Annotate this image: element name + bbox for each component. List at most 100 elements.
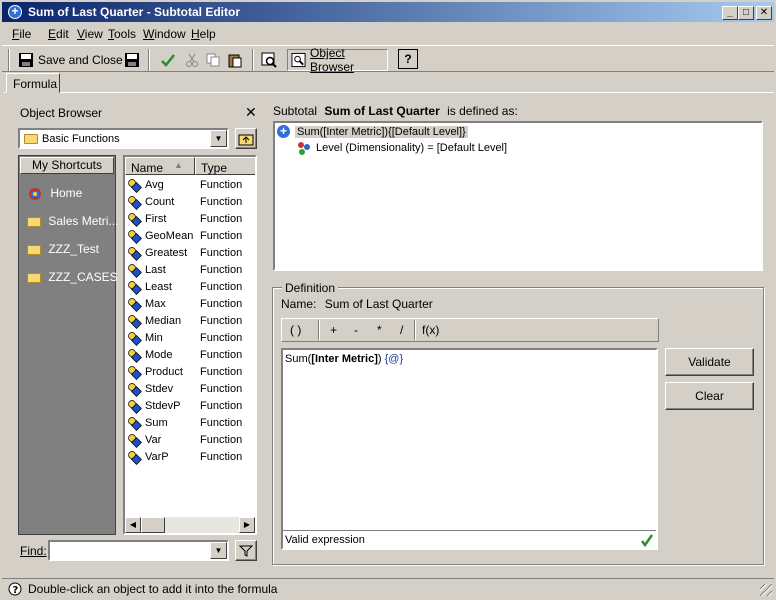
shortcut-sales-metrics[interactable]: Sales Metri... [27,214,118,228]
function-icon [128,196,142,210]
menu-tools[interactable]: Tools [108,27,136,41]
find-toolbar-button[interactable] [261,49,277,71]
column-header-type[interactable]: Type [195,157,255,175]
resize-grip[interactable] [760,584,772,596]
multiply-button[interactable]: * [377,323,382,337]
list-item[interactable]: Max Function [125,296,255,313]
shortcuts-panel: My Shortcuts Home Sales Metri... ZZZ_Tes… [18,155,118,535]
list-item[interactable]: Min Function [125,330,255,347]
formula-editor[interactable]: Sum([Inter Metric]) {@} Valid expression [281,348,658,550]
cut-button[interactable] [184,49,200,71]
filter-button[interactable] [235,540,257,561]
validate-button[interactable]: Validate [665,348,754,376]
operator-toolbar: ( ) + - * / f(x) [281,318,659,342]
function-type: Function [200,417,243,429]
validate-toolbar-button[interactable] [160,49,176,71]
subtotal-heading: Subtotal Sum of Last Quarter is defined … [273,104,518,118]
menu-edit[interactable]: Edit [48,27,69,41]
shortcut-zzz-test[interactable]: ZZZ_Test [27,242,99,256]
chevron-down-icon[interactable]: ▼ [210,542,227,559]
scissors-icon [186,53,198,67]
menu-window[interactable]: Window [143,27,186,41]
list-item[interactable]: Last Function [125,262,255,279]
list-item[interactable]: Var Function [125,432,255,449]
function-name: Stdev [145,383,174,395]
function-icon [128,230,142,244]
tree-child-item[interactable]: Level (Dimensionality) = [Default Level] [297,141,507,155]
shortcuts-header[interactable]: My Shortcuts [20,157,114,174]
function-type: Function [200,230,243,242]
list-item[interactable]: GeoMean Function [125,228,255,245]
plus-button[interactable]: + [330,323,337,337]
tree-root-item[interactable]: + Sum([Inter Metric]){[Default Level]} [277,125,468,138]
copy-button[interactable] [205,49,221,71]
function-icon [128,434,142,448]
folder-dropdown[interactable]: Basic Functions ▼ [18,128,229,149]
shortcut-home[interactable]: Home [27,186,82,202]
menu-file[interactable]: File [12,27,31,41]
function-name: VarP [145,451,169,463]
svg-text:?: ? [13,585,19,596]
hint-icon: ? [8,582,22,596]
minus-button[interactable]: - [354,323,358,337]
help-button[interactable]: ? [398,49,418,69]
object-browser-button[interactable]: Object Browser [287,46,388,74]
parentheses-button[interactable]: ( ) [290,323,301,337]
close-button[interactable]: ✕ [756,6,772,20]
function-icon [128,366,142,380]
function-icon [128,247,142,261]
list-item[interactable]: VarP Function [125,449,255,466]
column-header-name[interactable]: Name ▲ [125,157,195,175]
horizontal-scrollbar[interactable]: ◀ ▶ [125,517,255,533]
function-type: Function [200,213,243,225]
scroll-left-icon[interactable]: ◀ [125,517,141,533]
list-item[interactable]: Product Function [125,364,255,381]
save-and-close-button[interactable]: Save and Close [18,49,123,71]
folder-up-button[interactable] [235,128,257,149]
function-name: First [145,213,167,225]
scroll-right-icon[interactable]: ▶ [239,517,255,533]
list-item[interactable]: StdevP Function [125,398,255,415]
function-icon [128,349,142,363]
list-item[interactable]: Mode Function [125,347,255,364]
list-item[interactable]: First Function [125,211,255,228]
check-icon [161,54,175,67]
divide-button[interactable]: / [400,323,403,337]
chevron-down-icon[interactable]: ▼ [210,130,227,147]
find-input[interactable]: ▼ [48,540,229,561]
object-browser-close-icon[interactable]: ✕ [245,104,257,121]
plus-circle-icon: + [277,125,290,138]
folder-up-icon [238,134,254,146]
folder-icon [27,216,41,227]
menu-view[interactable]: View [77,27,103,41]
function-button[interactable]: f(x) [422,323,439,337]
list-item[interactable]: Avg Function [125,177,255,194]
paste-button[interactable] [227,49,243,71]
list-item[interactable]: Sum Function [125,415,255,432]
object-browser-title: Object Browser [20,106,103,120]
save-icon [19,53,33,67]
list-item[interactable]: Count Function [125,194,255,211]
function-type: Function [200,400,243,412]
status-bar: ? Double-click an object to add it into … [2,578,774,598]
save-icon [125,53,139,67]
list-item[interactable]: Least Function [125,279,255,296]
list-item[interactable]: Stdev Function [125,381,255,398]
maximize-button[interactable]: □ [738,6,754,20]
function-name: Greatest [145,247,188,259]
function-type: Function [200,298,243,310]
function-icon [128,213,142,227]
menu-help[interactable]: Help [191,27,216,41]
list-item[interactable]: Median Function [125,313,255,330]
home-icon [29,188,41,200]
function-type: Function [200,383,243,395]
tab-formula[interactable]: Formula [6,73,60,93]
save-button[interactable] [124,49,140,71]
scroll-thumb[interactable] [141,517,165,533]
function-icon [128,264,142,278]
minimize-button[interactable]: _ [722,6,738,20]
clear-button[interactable]: Clear [665,382,754,410]
list-item[interactable]: Greatest Function [125,245,255,262]
function-type: Function [200,349,243,361]
shortcut-zzz-cases[interactable]: ZZZ_CASES [27,270,118,284]
